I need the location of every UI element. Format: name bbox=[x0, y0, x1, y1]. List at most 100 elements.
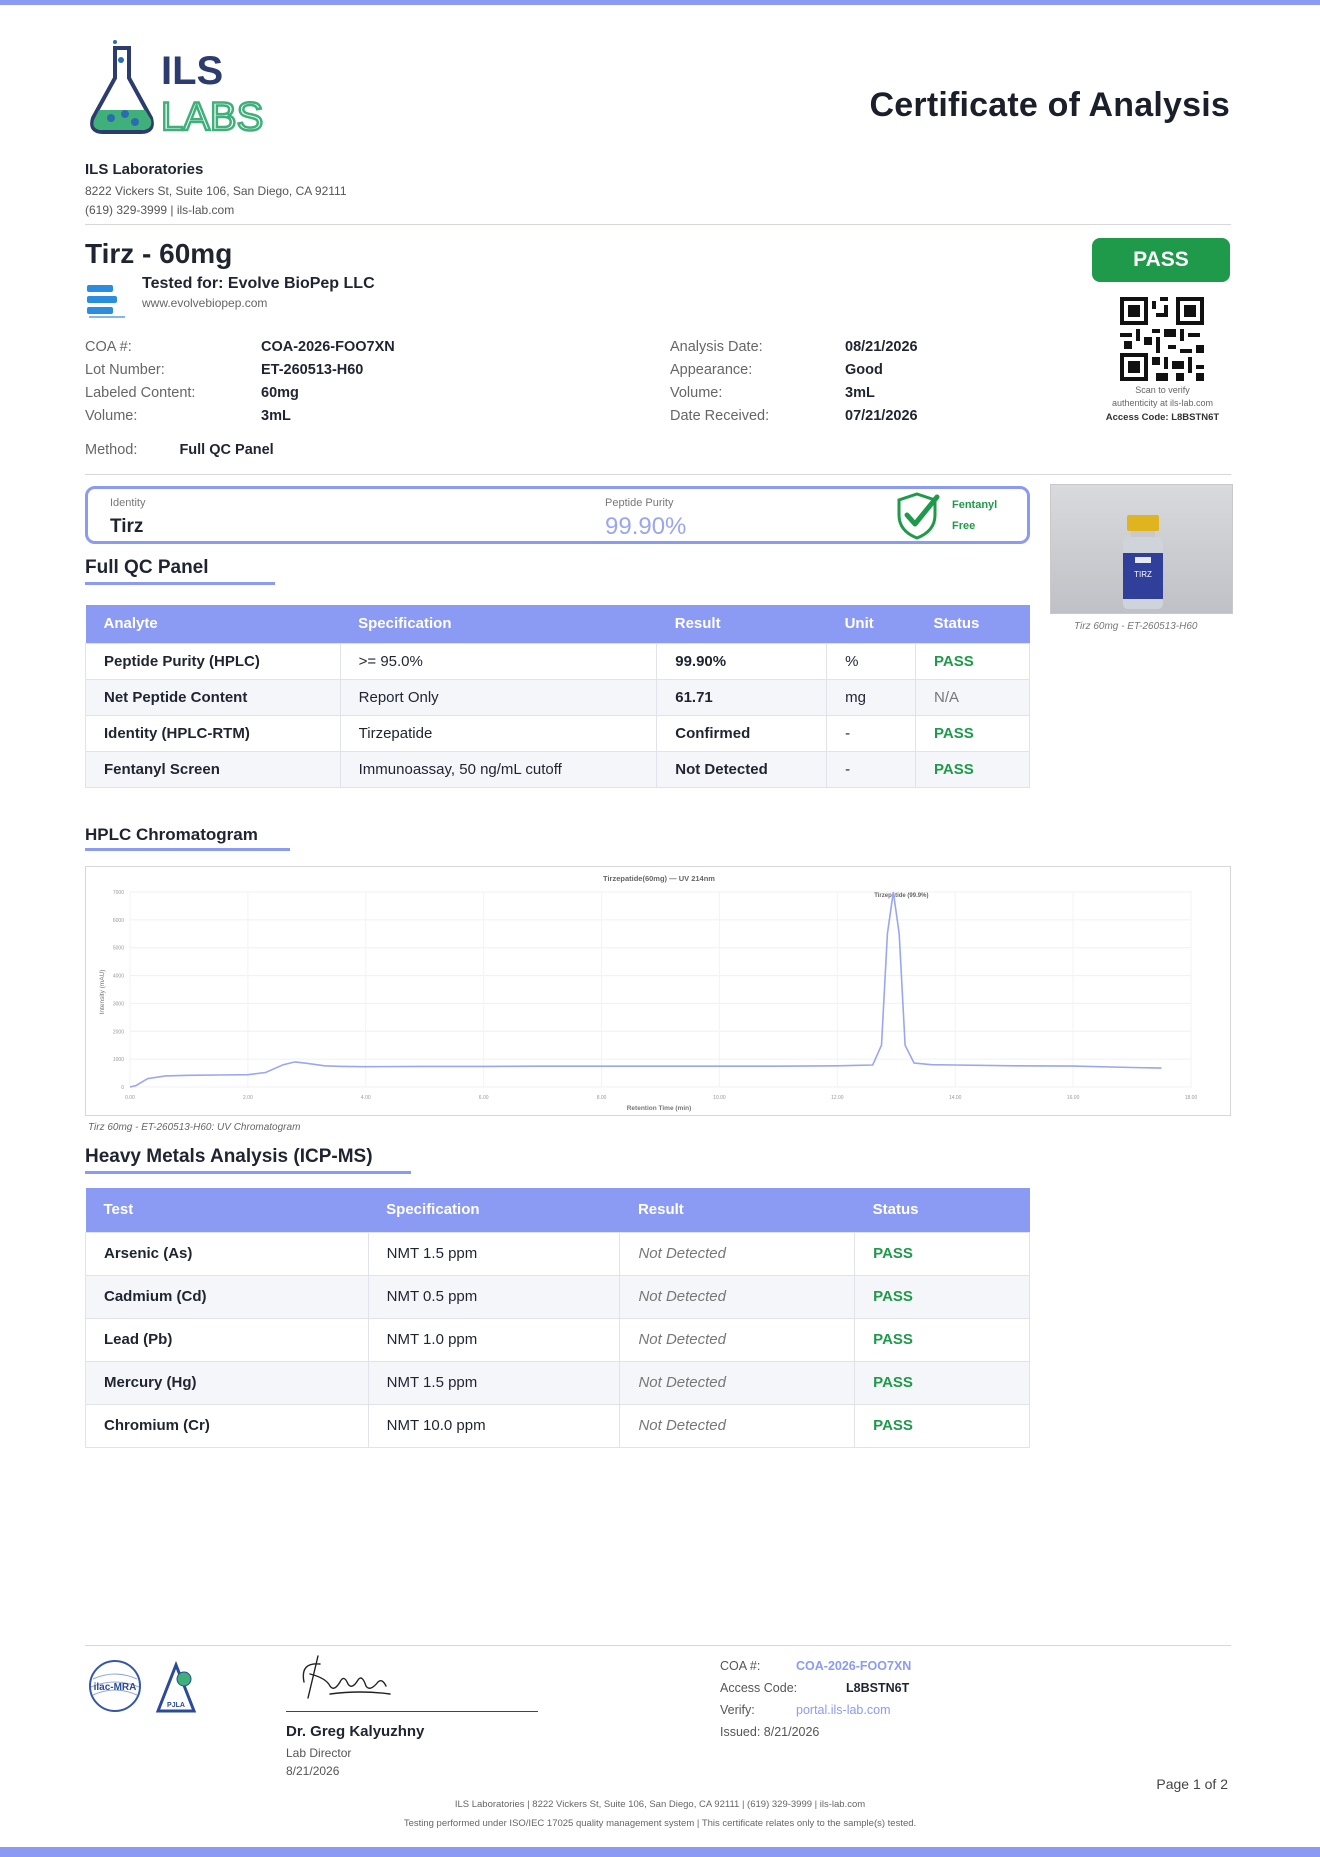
chart-x-tick-label: 14.00 bbox=[949, 1095, 962, 1101]
status-cell: PASS bbox=[915, 750, 1030, 788]
status-cell: PASS bbox=[915, 714, 1030, 752]
method-label: Method: bbox=[85, 442, 138, 458]
labeled-content: 60mg bbox=[261, 385, 299, 401]
hplc-title: HPLC Chromatogram bbox=[85, 825, 258, 844]
bottom-accent-bar bbox=[0, 1847, 1320, 1857]
volume: 3mL bbox=[261, 408, 291, 424]
chart-x-tick-label: 2.00 bbox=[243, 1095, 253, 1101]
purity-label: Peptide Purity bbox=[605, 497, 674, 509]
ils-labs-logo: ILS LABS bbox=[90, 40, 265, 140]
qc-panel-table: Analyte Specification Result Unit Status… bbox=[85, 605, 1030, 788]
product-title: Tirz - 60mg bbox=[85, 238, 233, 269]
qr-note-line1: Scan to verify bbox=[1135, 385, 1190, 395]
detail-label: Labeled Content: bbox=[85, 385, 196, 401]
identity-label: Identity bbox=[110, 497, 146, 509]
spec-cell: NMT 1.5 ppm bbox=[367, 1360, 621, 1405]
status-cell: PASS bbox=[915, 642, 1030, 680]
accreditation-logos: ilac-MRA PJLA bbox=[89, 1660, 197, 1713]
signature-image bbox=[302, 1655, 391, 1699]
vial-image: TIRZ bbox=[1123, 515, 1163, 609]
result-cell: Not Detected bbox=[619, 1231, 856, 1276]
footer-line-2: Testing performed under ISO/IEC 17025 qu… bbox=[403, 1818, 917, 1829]
document-title: Certificate of Analysis bbox=[869, 86, 1230, 124]
result-cell: Confirmed bbox=[656, 714, 828, 752]
footer-issued: Issued: 8/21/2026 bbox=[720, 1725, 820, 1739]
chart-x-axis-label: Retention Time (min) bbox=[627, 1105, 692, 1112]
chart-x-tick-label: 0.00 bbox=[125, 1095, 135, 1101]
chart-x-tick-label: 6.00 bbox=[479, 1095, 489, 1101]
footer-divider bbox=[85, 1645, 1231, 1646]
unit-cell: mg bbox=[826, 678, 917, 716]
status-cell: PASS bbox=[854, 1274, 1030, 1319]
test-cell: Chromium (Cr) bbox=[85, 1403, 369, 1448]
details-left-labels: COA #: Lot Number: Labeled Content: Volu… bbox=[85, 336, 195, 428]
spec-cell: Immunoassay, 50 ng/mL cutoff bbox=[339, 750, 658, 788]
chart-y-tick-label: 3000 bbox=[113, 1001, 124, 1007]
spec-cell: NMT 0.5 ppm bbox=[367, 1274, 621, 1319]
column-header: Test bbox=[85, 1188, 369, 1232]
footer-coa-value: COA-2026-FOO7XN bbox=[796, 1659, 912, 1673]
overall-pass-badge: PASS bbox=[1092, 238, 1230, 282]
signer-name: Dr. Greg Kalyuzhny bbox=[286, 1723, 425, 1740]
details-left-values: COA-2026-FOO7XN ET-260513-H60 60mg 3mL bbox=[261, 336, 395, 428]
fentanyl-line2: Free bbox=[952, 520, 976, 532]
analyte-cell: Identity (HPLC-RTM) bbox=[85, 714, 341, 752]
date-received: 07/21/2026 bbox=[845, 408, 918, 424]
chart-y-axis-label: Intensity (mAU) bbox=[99, 970, 106, 1015]
detail-label: Date Received: bbox=[670, 408, 770, 424]
spec-cell: Tirzepatide bbox=[339, 714, 658, 752]
chart-y-tick-label: 6000 bbox=[113, 918, 124, 924]
ilac-mra-logo: ilac-MRA bbox=[94, 1682, 137, 1693]
detail-label: COA #: bbox=[85, 339, 132, 355]
signature-line bbox=[286, 1711, 538, 1712]
footer-verify-link[interactable]: portal.ils-lab.com bbox=[796, 1699, 911, 1721]
client-url[interactable]: www.evolvebiopep.com bbox=[142, 296, 267, 310]
signer-details: Lab Director 8/21/2026 bbox=[286, 1744, 351, 1780]
top-accent-bar bbox=[0, 0, 1320, 5]
qr-code-icon[interactable] bbox=[1120, 297, 1204, 381]
purity-value: 99.90% bbox=[605, 513, 687, 540]
table-row: Chromium (Cr) NMT 10.0 ppm Not Detected … bbox=[85, 1403, 1030, 1448]
svg-text:ILS: ILS bbox=[161, 49, 223, 93]
tested-for: Tested for: Evolve BioPep LLC bbox=[142, 275, 375, 292]
qr-note-line2: authenticity at ils-lab.com bbox=[1111, 398, 1214, 408]
signer-role: Lab Director bbox=[286, 1746, 352, 1760]
chart-y-tick-label: 4000 bbox=[113, 974, 124, 980]
status-cell: PASS bbox=[854, 1360, 1030, 1405]
spec-cell: Report Only bbox=[339, 678, 658, 716]
unit-cell: % bbox=[826, 642, 917, 680]
table-row: Identity (HPLC-RTM) Tirzepatide Confirme… bbox=[85, 714, 1030, 752]
column-header: Specification bbox=[340, 605, 657, 643]
analyte-cell: Net Peptide Content bbox=[85, 678, 341, 716]
chart-x-tick-label: 10.00 bbox=[713, 1095, 726, 1101]
result-cell: Not Detected bbox=[656, 750, 828, 788]
result-cell: 99.90% bbox=[656, 642, 828, 680]
svg-text:LABS: LABS bbox=[161, 95, 263, 139]
divider bbox=[85, 224, 1231, 225]
status-cell: PASS bbox=[854, 1231, 1030, 1276]
hplc-chart-svg: 0 1000 2000 3000 4000 5000 6000 7000 0.00 2.00 4.0… bbox=[99, 874, 1197, 1112]
qr-note: Scan to verify authenticity at ils-lab.c… bbox=[1090, 384, 1235, 410]
result-cell: Not Detected bbox=[619, 1360, 856, 1405]
chart-x-tick-label: 16.00 bbox=[1067, 1095, 1080, 1101]
signed-date: 8/21/2026 bbox=[286, 1764, 340, 1778]
lab-contact: (619) 329-3999 | ils-lab.com bbox=[85, 203, 235, 217]
spec-cell: >= 95.0% bbox=[339, 642, 658, 680]
result-cell: Not Detected bbox=[619, 1317, 856, 1362]
details-right-values: 08/21/2026 Good 3mL 07/21/2026 bbox=[845, 336, 918, 428]
analyte-cell: Peptide Purity (HPLC) bbox=[85, 642, 341, 680]
coa-number: COA-2026-FOO7XN bbox=[261, 339, 395, 355]
test-cell: Lead (Pb) bbox=[85, 1317, 369, 1362]
footer-access-value: L8BSTN6T bbox=[846, 1681, 910, 1695]
status-cell: N/A bbox=[915, 678, 1030, 716]
detail-label: Volume: bbox=[85, 408, 138, 424]
client-logo-icon bbox=[87, 285, 125, 318]
chart-y-tick-label: 5000 bbox=[113, 946, 124, 952]
pjla-logo: PJLA bbox=[167, 1702, 185, 1709]
table-header-row: Analyte Specification Result Unit Status bbox=[85, 605, 1030, 643]
lab-name: ILS Laboratories bbox=[85, 161, 204, 178]
table-row: Peptide Purity (HPLC) >= 95.0% 99.90% % … bbox=[85, 642, 1030, 680]
table-row: Mercury (Hg) NMT 1.5 ppm Not Detected PA… bbox=[85, 1360, 1030, 1405]
detail-label: Appearance: bbox=[670, 362, 753, 378]
test-cell: Cadmium (Cd) bbox=[85, 1274, 369, 1319]
